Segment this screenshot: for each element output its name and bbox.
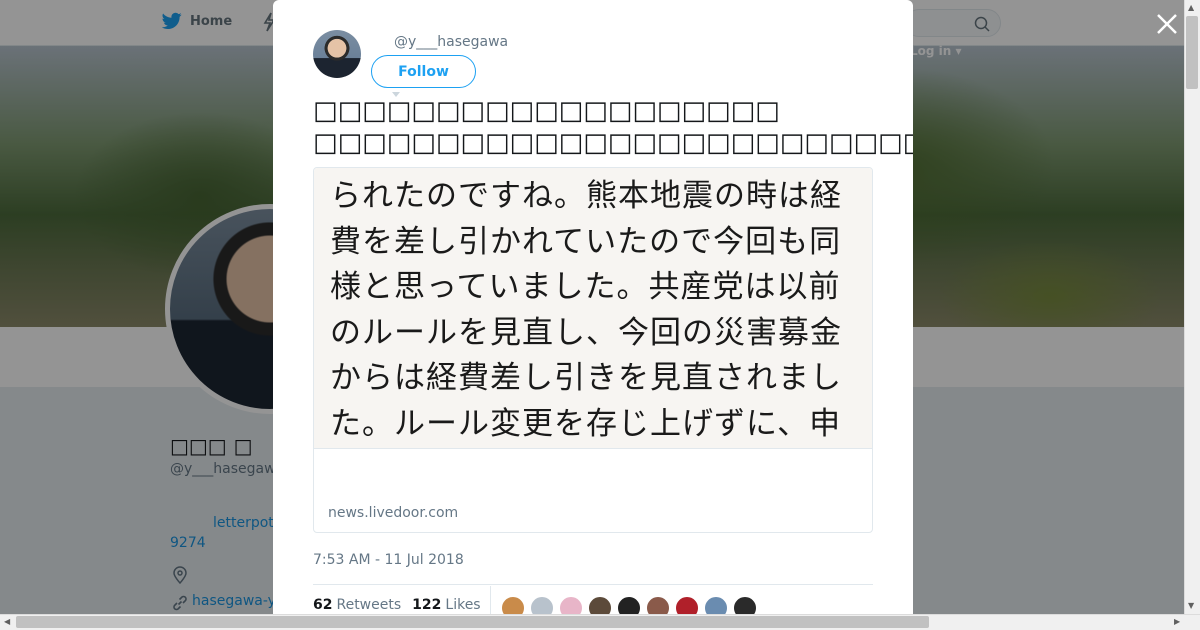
liker-avatar[interactable]	[530, 596, 554, 614]
tweet-author-avatar[interactable]	[313, 30, 361, 78]
card-image-text-line: られたのですね。熊本地震の時は経	[330, 178, 842, 214]
scroll-right-icon[interactable]: ▶	[1174, 618, 1180, 626]
liker-avatar[interactable]	[588, 596, 612, 614]
card-image-text-line: からは経費差し引きを見直されまし	[330, 360, 842, 396]
retweets-stat[interactable]: 62 Retweets	[313, 597, 401, 613]
retweets-label: Retweets	[336, 597, 402, 613]
divider	[313, 584, 873, 585]
tweet-author-handle[interactable]: @y___hasegawa	[394, 34, 508, 50]
card-image-text-line: 様と思っていました。共産党は以前	[330, 269, 841, 305]
card-footer[interactable]: news.livedoor.com	[314, 448, 872, 532]
vertical-scrollbar-thumb[interactable]	[1186, 16, 1198, 89]
link-preview-card[interactable]: られたのですね。熊本地震の時は経 費を差し引かれていたので今回も同 様と思ってい…	[313, 167, 873, 533]
tweet-timestamp[interactable]: 7:53 AM - 11 Jul 2018	[313, 552, 464, 568]
liker-avatar[interactable]	[704, 596, 728, 614]
likes-count: 122	[412, 597, 442, 613]
tweet-text: □□□□□□□□□□□□□□□□□□□ □□□□□□□□□□□□□□□□□□□□…	[313, 95, 913, 159]
retweets-count: 62	[313, 597, 333, 613]
likes-label: Likes	[445, 597, 481, 613]
card-image[interactable]: られたのですね。熊本地震の時は経 費を差し引かれていたので今回も同 様と思ってい…	[314, 168, 872, 448]
scroll-down-icon[interactable]: ▼	[1188, 602, 1194, 610]
card-domain: news.livedoor.com	[328, 505, 459, 521]
tweet-modal: @y___hasegawa Follow □□□□□□□□□□□□□□□□□□□…	[273, 0, 913, 614]
liker-avatar[interactable]	[646, 596, 670, 614]
tweet-text-line: □□□□□□□□□□□□□□□□□□□□□□□□□□□□□□□□□□□□□□□□…	[313, 128, 913, 158]
liker-avatars	[501, 596, 757, 614]
liker-avatar[interactable]	[733, 596, 757, 614]
follow-button[interactable]: Follow	[371, 55, 476, 88]
likes-stat[interactable]: 122 Likes	[412, 597, 480, 613]
scroll-up-icon[interactable]: ▲	[1188, 4, 1194, 12]
card-image-text-line: た。ルール変更を存じ上げずに、申	[330, 405, 842, 442]
liker-avatar[interactable]	[617, 596, 641, 614]
liker-avatar[interactable]	[559, 596, 583, 614]
tweet-text-line: □□□□□□□□□□□□□□□□□□□	[313, 96, 780, 126]
card-image-text-line: 費を差し引かれていたので今回も同	[330, 223, 842, 260]
scroll-left-icon[interactable]: ◀	[4, 618, 10, 626]
vertical-scrollbar[interactable]	[1184, 0, 1200, 614]
close-icon[interactable]	[1155, 12, 1179, 36]
liker-avatar[interactable]	[675, 596, 699, 614]
horizontal-scrollbar-thumb[interactable]	[16, 616, 929, 628]
card-image-text-line: のルールを見直し、今回の災害募金	[330, 314, 842, 351]
tweet-stats: 62 Retweets 122 Likes	[313, 597, 481, 613]
liker-avatar[interactable]	[501, 596, 525, 614]
divider	[490, 586, 491, 614]
